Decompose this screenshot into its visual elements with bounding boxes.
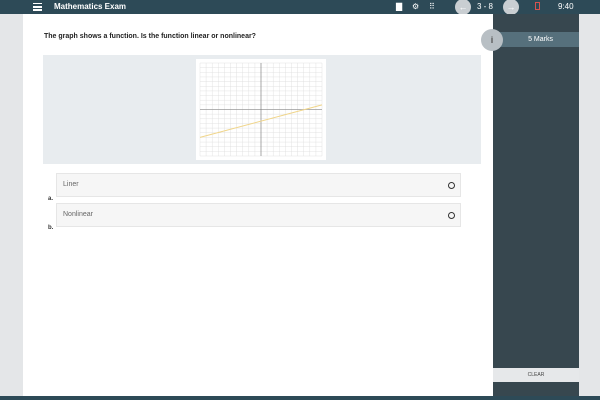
timer: 9:40 bbox=[558, 2, 574, 11]
document-icon[interactable]: ▇ bbox=[396, 1, 402, 13]
gear-icon[interactable]: ⚙ bbox=[412, 1, 419, 13]
option-a-letter: a. bbox=[48, 196, 54, 202]
option-b-letter: b. bbox=[48, 225, 54, 231]
arrow-right-icon: → bbox=[506, 2, 516, 12]
exam-title: Mathematics Exam bbox=[54, 2, 127, 11]
bottom-bar bbox=[0, 396, 600, 400]
option-a-label: Liner bbox=[63, 181, 79, 188]
top-bar: Mathematics Exam ▇ ⚙ ⠿ ← 3 - 8 → 9:40 bbox=[0, 0, 600, 15]
grid-icon[interactable]: ⠿ bbox=[429, 1, 435, 13]
marks-label: 5 Marks bbox=[528, 36, 553, 43]
option-a[interactable]: Liner bbox=[56, 173, 461, 197]
next-question-button[interactable]: → bbox=[503, 0, 519, 15]
option-b[interactable]: Nonlinear bbox=[56, 203, 461, 227]
side-panel: 5 Marks i CLEAR bbox=[481, 14, 579, 396]
graph-container bbox=[43, 55, 481, 164]
flag-icon[interactable] bbox=[535, 2, 540, 10]
function-graph bbox=[196, 59, 326, 160]
question-text: The graph shows a function. Is the funct… bbox=[44, 33, 256, 40]
info-icon: i bbox=[490, 35, 494, 45]
previous-question-button[interactable]: ← bbox=[455, 0, 471, 15]
question-panel: The graph shows a function. Is the funct… bbox=[23, 14, 493, 396]
option-b-label: Nonlinear bbox=[63, 211, 93, 218]
question-counter: 3 - 8 bbox=[477, 2, 494, 11]
option-a-radio[interactable] bbox=[448, 182, 455, 189]
arrow-left-icon: ← bbox=[458, 2, 468, 12]
clear-button[interactable]: CLEAR bbox=[493, 368, 579, 382]
menu-icon[interactable] bbox=[33, 3, 42, 11]
option-b-radio[interactable] bbox=[448, 212, 455, 219]
info-button[interactable]: i bbox=[481, 29, 503, 51]
marks-bar: 5 Marks bbox=[493, 32, 579, 47]
